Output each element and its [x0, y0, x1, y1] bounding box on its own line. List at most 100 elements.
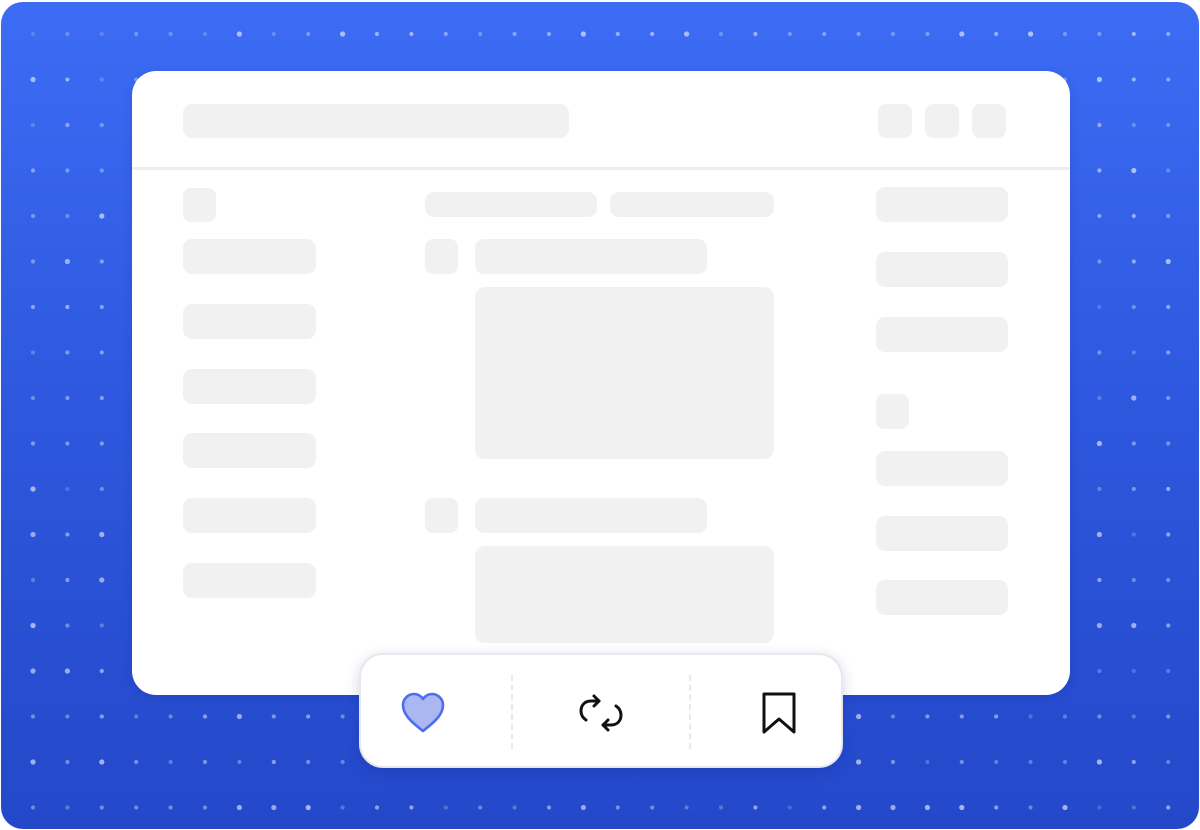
background-dot [1028, 31, 1034, 37]
background-dot [1166, 668, 1171, 674]
background-dot [1166, 213, 1171, 219]
background-dot [1131, 532, 1136, 537]
post-avatar-placeholder [425, 239, 458, 274]
right-panel-item-placeholder [876, 451, 1008, 486]
background-dot [1097, 122, 1102, 128]
sidebar-item-placeholder [183, 563, 316, 598]
background-dot [1166, 168, 1171, 173]
background-dot [1096, 76, 1102, 83]
background-dot [1097, 168, 1102, 173]
sidebar-item-placeholder [183, 433, 316, 468]
background-dot [306, 714, 311, 719]
background-dot [925, 714, 930, 719]
background-dot [925, 31, 930, 37]
repost-button[interactable] [571, 683, 631, 743]
background-dot [787, 31, 792, 37]
background-dot [99, 122, 104, 128]
background-dot [959, 31, 965, 37]
background-dot [1166, 77, 1171, 82]
background-dot [99, 531, 105, 538]
background-dot [134, 759, 139, 765]
background-dot [99, 77, 104, 82]
background-dot [1028, 805, 1033, 810]
background-dot [580, 804, 587, 811]
background-dot [1131, 668, 1136, 674]
background-dot [1131, 622, 1137, 629]
background-dot [994, 714, 999, 719]
header-search-bar-placeholder [183, 104, 569, 138]
background-dot [30, 395, 36, 401]
background-dot [1028, 759, 1033, 765]
background-dot [30, 31, 36, 37]
background-dot [30, 577, 36, 583]
background-dot [30, 622, 36, 629]
like-button[interactable] [393, 683, 453, 743]
right-panel-item-placeholder [876, 187, 1008, 222]
background-dot [1166, 304, 1171, 310]
background-dot [1131, 759, 1136, 765]
background-dot [99, 714, 104, 719]
background-dot [1097, 213, 1102, 219]
background-dot [856, 759, 862, 765]
background-dot [856, 31, 861, 37]
sidebar-item-placeholder [183, 239, 316, 274]
background-dot [1166, 395, 1171, 401]
background-dot [30, 350, 36, 355]
background-dot [30, 805, 36, 810]
background-dot [718, 805, 724, 810]
background-dot [1131, 259, 1136, 264]
background-dot [1097, 668, 1102, 674]
background-dot [1166, 532, 1171, 537]
background-dot [30, 668, 36, 674]
background-dot [99, 304, 104, 310]
feed-tab-placeholder [425, 192, 597, 217]
background-dot [99, 668, 104, 674]
background-dot [134, 714, 139, 719]
background-dot [787, 805, 792, 810]
background-dot [1096, 531, 1102, 538]
background-dot [1166, 714, 1171, 719]
header-action-placeholder [925, 104, 959, 138]
background-dot [65, 805, 70, 810]
right-panel-item-placeholder [876, 317, 1008, 352]
background-dot [994, 759, 999, 765]
background-dot [236, 713, 242, 720]
action-separator [511, 675, 513, 749]
background-dot [994, 805, 999, 810]
post-avatar-placeholder [425, 498, 458, 533]
background-dot [580, 31, 587, 37]
background-dot [168, 759, 173, 765]
background-dot [1165, 258, 1171, 265]
background-dot [65, 532, 70, 537]
sidebar-logo-placeholder [183, 188, 216, 222]
background-dot [409, 31, 414, 37]
background-dot [443, 31, 448, 37]
background-dot [65, 122, 70, 128]
background-dot [65, 577, 70, 583]
background-dot [134, 805, 139, 810]
feed-tab-placeholder [610, 192, 774, 217]
background-dot [65, 441, 70, 446]
background-dot [64, 668, 70, 674]
background-dot [168, 31, 173, 37]
bookmark-button[interactable] [749, 683, 809, 743]
background-dot [30, 304, 36, 310]
background-dot [168, 714, 173, 719]
background-dot [1166, 441, 1171, 446]
background-dot [856, 713, 862, 720]
background-dot [271, 31, 276, 37]
background-dot [1166, 122, 1171, 128]
background-dot [443, 805, 448, 810]
background-dot [306, 31, 311, 37]
right-panel-item-placeholder [876, 580, 1008, 615]
header-divider [132, 167, 1070, 170]
background-dot [340, 805, 345, 810]
post-media-placeholder [475, 287, 774, 459]
background-dot [65, 31, 70, 37]
background-canvas [1, 2, 1199, 829]
right-panel-item-placeholder [876, 252, 1008, 287]
background-dot [202, 714, 208, 719]
background-dot [202, 805, 208, 810]
background-dot [1097, 395, 1102, 401]
background-dot [1096, 440, 1102, 447]
